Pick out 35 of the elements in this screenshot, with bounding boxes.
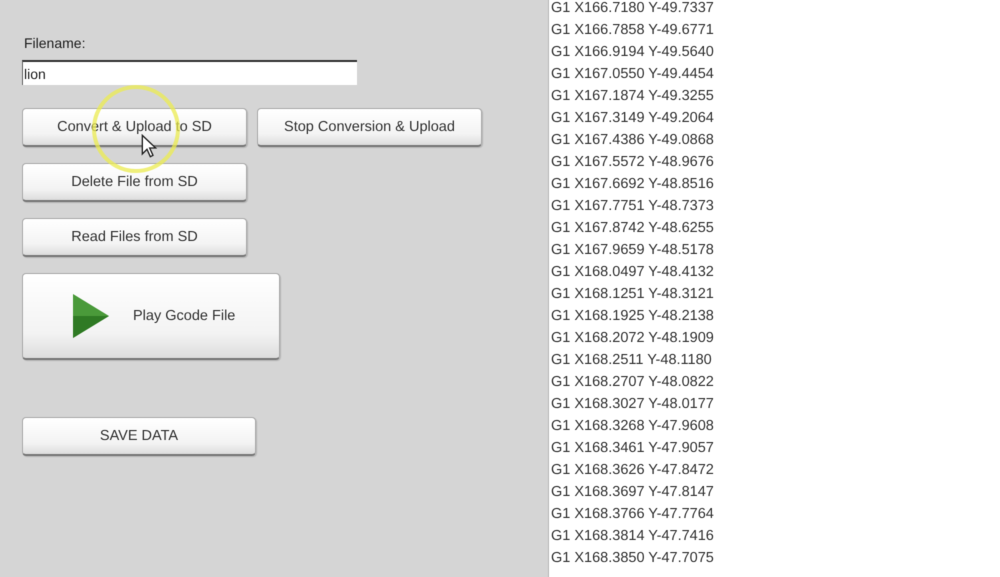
gcode-line: G1 X167.0550 Y-49.4454 xyxy=(551,65,715,84)
button[interactable]: Delete File from SD xyxy=(22,163,247,202)
play-button[interactable]: Play Gcode File xyxy=(22,273,280,360)
gcode-line: G1 X167.4386 Y-49.0868 xyxy=(551,131,715,150)
gcode-line: G1 X168.1925 Y-48.2138 xyxy=(551,307,715,326)
gcode-line: G1 X167.8742 Y-48.6255 xyxy=(551,219,715,238)
gcode-line: G1 X166.9194 Y-49.5640 xyxy=(551,43,715,62)
gcode-line: G1 X167.3149 Y-49.2064 xyxy=(551,109,715,128)
gcode-line: G1 X168.3461 Y-47.9057 xyxy=(551,439,715,458)
gcode-line: G1 X168.3027 Y-48.0177 xyxy=(551,395,715,414)
gcode-line: G1 X168.1251 Y-48.3121 xyxy=(551,285,715,304)
filename-label: Filename: xyxy=(24,35,86,53)
gcode-line: G1 X167.1874 Y-49.3255 xyxy=(551,87,715,106)
gcode-line: G1 X168.3626 Y-47.8472 xyxy=(551,461,715,480)
gcode-line: G1 X166.7180 Y-49.7337 xyxy=(551,0,715,18)
button[interactable]: Stop Conversion & Upload xyxy=(257,108,482,147)
filename-field[interactable]: lion xyxy=(22,60,357,85)
gcode-line: G1 X168.2707 Y-48.0822 xyxy=(551,373,715,392)
gcode-line: G1 X168.2511 Y-48.1180 xyxy=(551,351,713,370)
gcode-line: G1 X167.6692 Y-48.8516 xyxy=(551,175,715,194)
gcode-line: G1 X167.5572 Y-48.9676 xyxy=(551,153,715,172)
save-button[interactable]: SAVE DATA xyxy=(22,417,256,456)
gcode-line: G1 X168.3850 Y-47.7075 xyxy=(551,549,715,568)
button[interactable]: Read Files from SD xyxy=(22,218,247,257)
gcode-line: G1 X167.7751 Y-48.7373 xyxy=(551,197,715,216)
gcode-line: G1 X168.2072 Y-48.1909 xyxy=(551,329,715,348)
gcode-line: G1 X166.7858 Y-49.6771 xyxy=(551,21,715,40)
gcode-line: G1 X168.3814 Y-47.7416 xyxy=(551,527,715,546)
play-icon xyxy=(71,292,111,340)
gcode-line: G1 X168.0497 Y-48.4132 xyxy=(551,263,715,282)
cursor-icon xyxy=(141,134,157,158)
gcode-line: G1 X168.3766 Y-47.7764 xyxy=(551,505,715,524)
gcode-line: G1 X168.3268 Y-47.9608 xyxy=(551,417,715,436)
gcode-line: G1 X168.3697 Y-47.8147 xyxy=(551,483,715,502)
gcode-line: G1 X167.9659 Y-48.5178 xyxy=(551,241,715,260)
